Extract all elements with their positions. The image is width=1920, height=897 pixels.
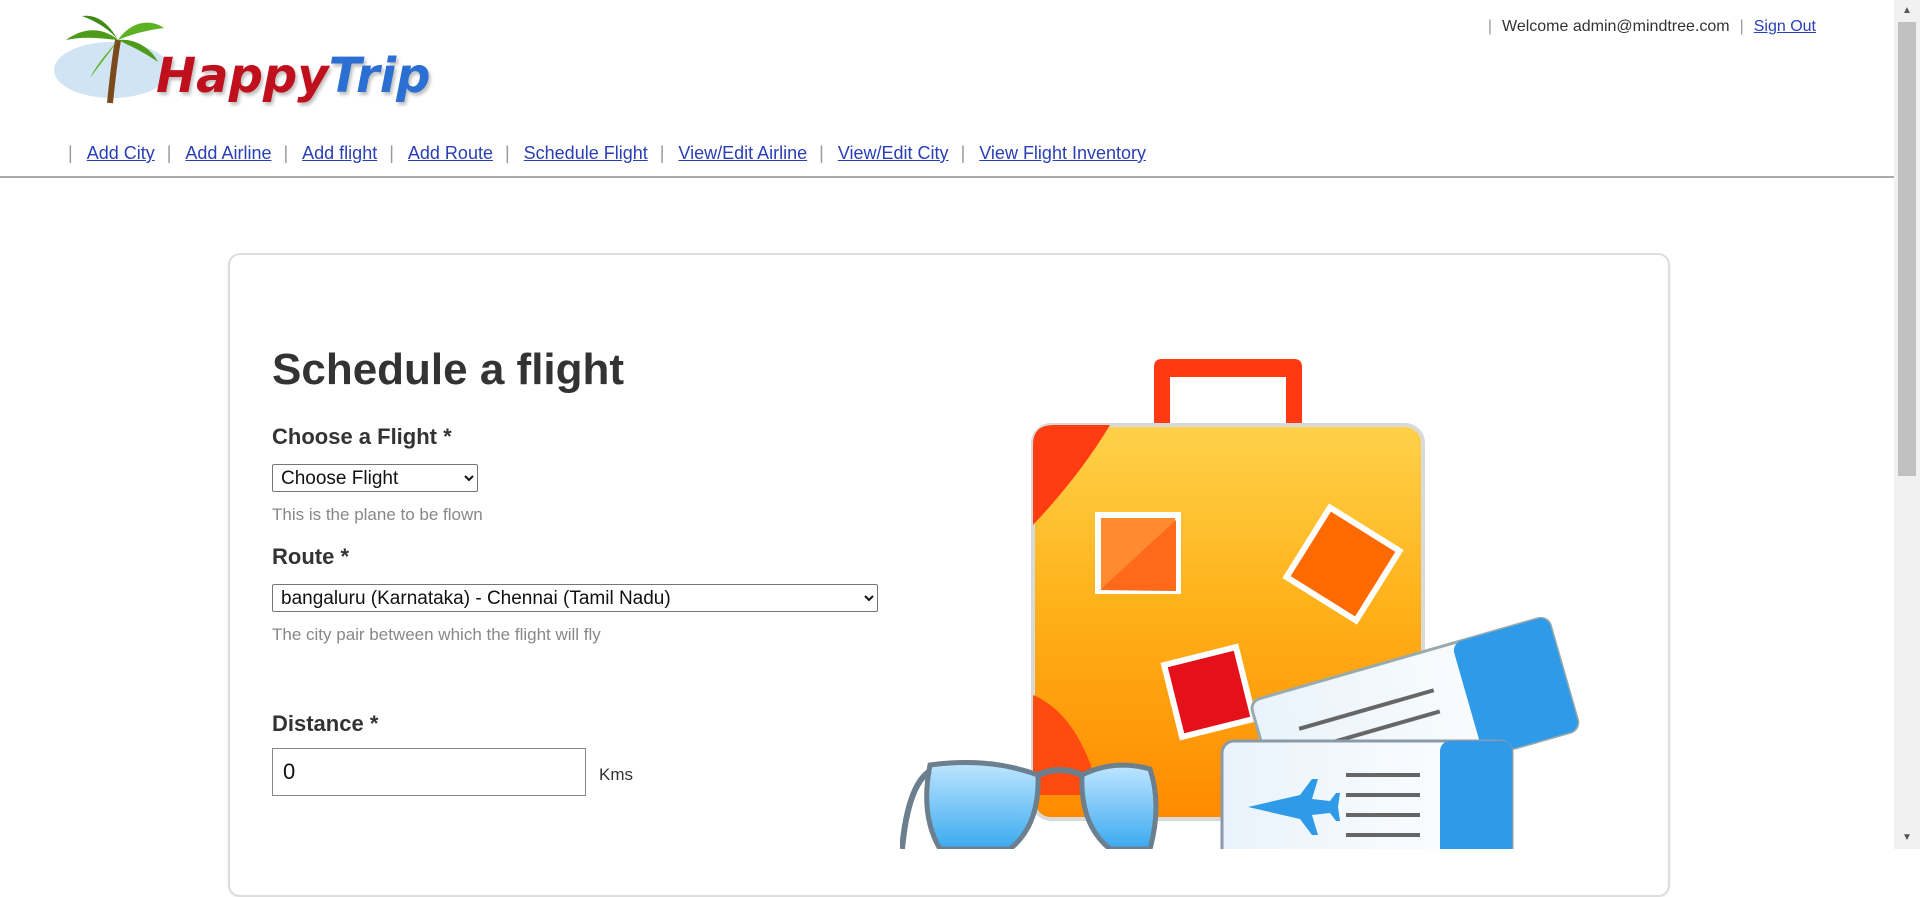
happytrip-logo: HappyTrip: [52, 8, 452, 108]
flight-select[interactable]: Choose Flight: [272, 464, 478, 492]
separator: |: [283, 143, 289, 163]
arrow-up-icon[interactable]: ▲: [1894, 0, 1920, 22]
user-area: | Welcome admin@mindtree.com | Sign Out: [1478, 18, 1816, 36]
separator: |: [504, 143, 510, 163]
arrow-down-icon[interactable]: ▼: [1894, 827, 1920, 849]
nav-schedule-flight[interactable]: Schedule Flight: [524, 143, 648, 164]
separator: |: [960, 143, 966, 163]
separator: |: [389, 143, 394, 163]
nav-add-city[interactable]: Add City: [87, 143, 155, 164]
separator: |: [819, 143, 824, 163]
admin-nav: | Add City | Add Airline | Add flight | …: [62, 143, 1152, 164]
welcome-text: Welcome admin@mindtree.com: [1502, 18, 1730, 35]
route-select[interactable]: bangaluru (Karnataka) - Chennai (Tamil N…: [272, 584, 878, 612]
sign-out-link[interactable]: Sign Out: [1754, 18, 1816, 36]
vertical-scrollbar[interactable]: ▲ ▼: [1894, 0, 1920, 849]
separator: |: [68, 143, 73, 163]
separator: |: [659, 143, 665, 163]
separator: |: [1739, 18, 1744, 35]
nav-view-flight-inventory[interactable]: View Flight Inventory: [979, 143, 1146, 164]
travel-suitcase-illustration: [900, 359, 1580, 849]
flight-label: Choose a Flight *: [272, 424, 452, 449]
route-label: Route *: [272, 544, 349, 569]
nav-add-route[interactable]: Add Route: [408, 143, 493, 164]
flight-help-text: This is the plane to be flown: [272, 505, 483, 524]
page-title: Schedule a flight: [272, 345, 625, 394]
logo-word-happy: Happy: [156, 48, 329, 104]
nav-view-edit-city[interactable]: View/Edit City: [838, 143, 949, 164]
nav-add-flight[interactable]: Add flight: [302, 143, 377, 164]
palm-tree-icon: [54, 15, 170, 104]
logo-text: HappyTrip: [156, 48, 431, 104]
logo-word-trip: Trip: [328, 48, 431, 104]
nav-add-airline[interactable]: Add Airline: [185, 143, 271, 164]
route-help-text: The city pair between which the flight w…: [272, 625, 601, 644]
distance-unit: Kms: [599, 765, 633, 784]
separator: |: [166, 143, 172, 163]
nav-view-edit-airline[interactable]: View/Edit Airline: [678, 143, 807, 164]
separator: |: [1487, 18, 1492, 35]
header-divider: [0, 176, 1894, 178]
distance-input[interactable]: [272, 748, 586, 796]
distance-label: Distance *: [272, 711, 379, 736]
scrollbar-thumb[interactable]: [1898, 22, 1916, 476]
